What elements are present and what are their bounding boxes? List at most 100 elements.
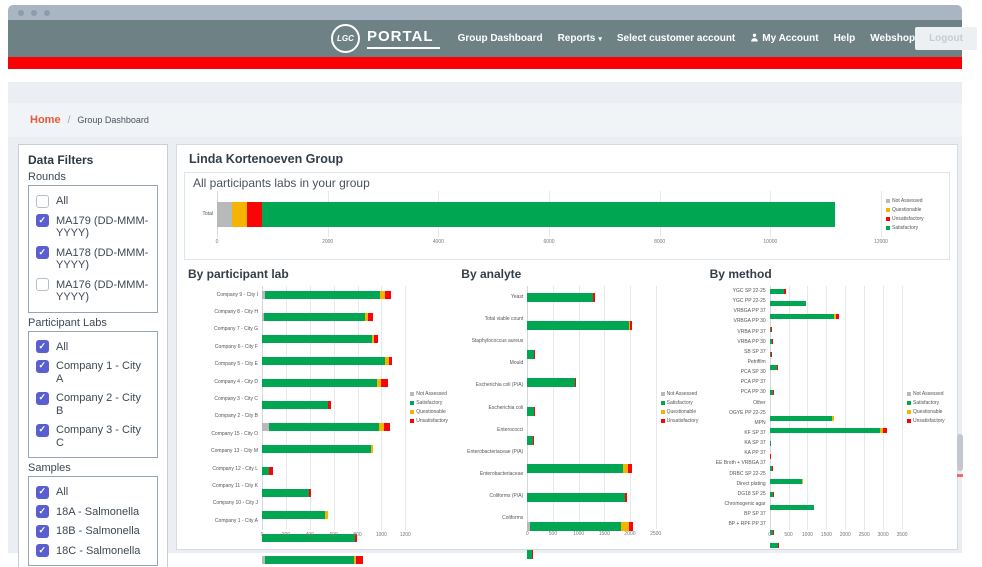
bar-segment-unsatisfactory (593, 292, 596, 302)
bar-segment-satisfactory (264, 555, 354, 564)
filter-option-ma179-dd-mmm-yyyy[interactable]: MA179 (DD-MMM-YYYY) (36, 214, 150, 240)
filter-option-ma178-dd-mmm-yyyy[interactable]: MA178 (DD-MMM-YYYY) (36, 246, 150, 272)
window-control-dot[interactable] (31, 9, 37, 16)
window-control-dot[interactable] (44, 9, 50, 16)
filter-option-label: MA178 (DD-MMM-YYYY) (56, 246, 149, 272)
filter-option-ma176-dd-mmm-yyyy[interactable]: MA176 (DD-MMM-YYYY) (36, 278, 150, 304)
bar-segment-satisfactory (262, 334, 372, 343)
bar-segment-unsatisfactory (771, 466, 773, 472)
stacked-bar (262, 356, 405, 365)
category-label: BP + RPF PP 37 (728, 521, 766, 528)
category-label: Company 13 - City M (211, 448, 258, 455)
chart-row (262, 511, 405, 528)
nav-item-help[interactable]: Help (834, 33, 856, 44)
nav-item-group-dashboard[interactable]: Group Dashboard (458, 33, 543, 44)
bar-segment-unsatisfactory (374, 334, 378, 343)
bar-segment-unsatisfactory (575, 378, 577, 388)
chart-row (262, 401, 405, 418)
checkbox-checked[interactable] (36, 214, 49, 227)
legend-marker (886, 216, 890, 221)
legend-item-not-assessed: Not Assessed (410, 391, 455, 397)
stacked-bar (769, 441, 902, 446)
axis-tick-label: 4000 (432, 239, 444, 245)
chart-body: Total Not Assessed Questionable Unsatisfact… (193, 191, 941, 237)
stacked-bar (527, 435, 655, 445)
checkbox-unchecked[interactable] (36, 194, 49, 208)
checkbox-unchecked[interactable] (36, 278, 49, 291)
stacked-bar (262, 312, 405, 321)
bar-segment-satisfactory (769, 441, 772, 446)
filter-option-18c-salmonella[interactable]: 18C - Salmonella (36, 544, 150, 557)
chart-category-labels: YGC SP 22-25 YGC PP 22-25 VRBGA PP 37 VRBGA… (706, 286, 770, 530)
axis-tick-label: 500 (784, 531, 793, 538)
bar-segment-unsatisfactory (770, 326, 772, 332)
stacked-bar (262, 445, 405, 454)
filter-option-all[interactable]: All (36, 340, 150, 353)
category-label: PCA PP 37 (740, 379, 766, 386)
filter-option-label: All (56, 486, 69, 498)
bar-segment-questionable (832, 415, 835, 421)
logout-button[interactable]: Logout (915, 27, 977, 50)
checkbox-checked[interactable] (36, 340, 49, 353)
checkbox-checked[interactable] (36, 246, 49, 259)
checkbox-checked[interactable] (36, 544, 49, 557)
filter-option-all[interactable]: All (36, 485, 150, 499)
bar-segment-satisfactory (527, 407, 535, 417)
filter-option-18b-salmonella[interactable]: 18B - Salmonella (36, 524, 150, 538)
chart-row (769, 428, 902, 438)
category-label: Company 11 - City K (212, 482, 258, 489)
category-label: DG18 SP 25 (737, 490, 766, 497)
nav-item-select-customer-account[interactable]: Select customer account (617, 33, 735, 44)
chart-row (262, 445, 405, 462)
nav-item-my-account[interactable]: My Account (750, 33, 819, 45)
axis-tick-label: 1000 (801, 531, 814, 538)
by-method-title: By method (709, 267, 772, 281)
checkbox-checked[interactable] (36, 485, 49, 499)
chart-row (527, 349, 655, 372)
legend-label: Unsatisfactory (416, 418, 448, 425)
category-label: Coliforms (502, 514, 524, 521)
checkbox-checked[interactable] (36, 505, 49, 518)
chart-row (769, 415, 902, 426)
scrollbar-thumb[interactable] (957, 434, 963, 471)
bar-segment-satisfactory (769, 504, 814, 510)
filter-option-all[interactable]: All (36, 194, 150, 208)
nav-item-reports[interactable]: Reports ▾ (558, 33, 602, 44)
nav-item-webshop[interactable]: Webshop (870, 33, 915, 44)
stacked-bar (769, 301, 902, 307)
bar-segment-questionable (801, 479, 804, 485)
bar-segment-unsatisfactory (773, 390, 775, 396)
stacked-bar (262, 379, 405, 387)
legend-label: Questionable (913, 409, 943, 416)
filter-option-company-1-city-a[interactable]: Company 1 - City A (36, 359, 150, 385)
checkbox-checked[interactable] (36, 359, 49, 373)
checkbox-checked[interactable] (36, 391, 49, 405)
category-label: Escherichia coli (488, 404, 524, 411)
legend-item-not-assessed: Not Assessed (660, 391, 704, 397)
legend-label: Unsatisfactory (913, 418, 945, 425)
chart-row (262, 356, 405, 374)
lgc-portal-brand[interactable]: LGC PORTAL (331, 24, 440, 53)
chart-category-labels: Company 9 - City I Company 8 - City H Comp… (184, 286, 262, 530)
chart-category-labels: Yeast Total viable count Staphylococcus au… (457, 286, 527, 529)
filter-option-company-3-city-c[interactable]: Company 3 - City C (36, 423, 150, 449)
group-total-chart: Total Not Assessed Questionable Unsatisfact… (193, 191, 941, 247)
bar-segment-questionable (370, 445, 374, 454)
window-control-dot[interactable] (18, 9, 24, 16)
filter-section-label-participant-labs: Participant Labs (28, 316, 107, 329)
chart-row (262, 312, 405, 330)
breadcrumb-home-link[interactable]: Home (30, 114, 61, 126)
filter-option-18a-salmonella[interactable]: 18A - Salmonella (36, 505, 150, 518)
legend-label: Satisfactory (416, 400, 443, 407)
scrollbar-highlight-mark (957, 474, 963, 477)
filter-option-company-2-city-b[interactable]: Company 2 - City B (36, 391, 150, 417)
bar-segment-not-assessed (262, 423, 270, 432)
group-total-chart-title: All participants labs in your group (193, 176, 370, 190)
checkbox-checked[interactable] (36, 423, 49, 437)
category-label: YGC SP 22-25 (732, 288, 766, 295)
chart-legend: Not Assessed Satisfactory Questionable Unsa… (405, 286, 455, 530)
checkbox-checked[interactable] (36, 524, 49, 538)
bar-segment-satisfactory (263, 312, 366, 321)
bar-segment-satisfactory (269, 423, 379, 432)
category-label: VRBGA PP 37 (733, 308, 766, 315)
